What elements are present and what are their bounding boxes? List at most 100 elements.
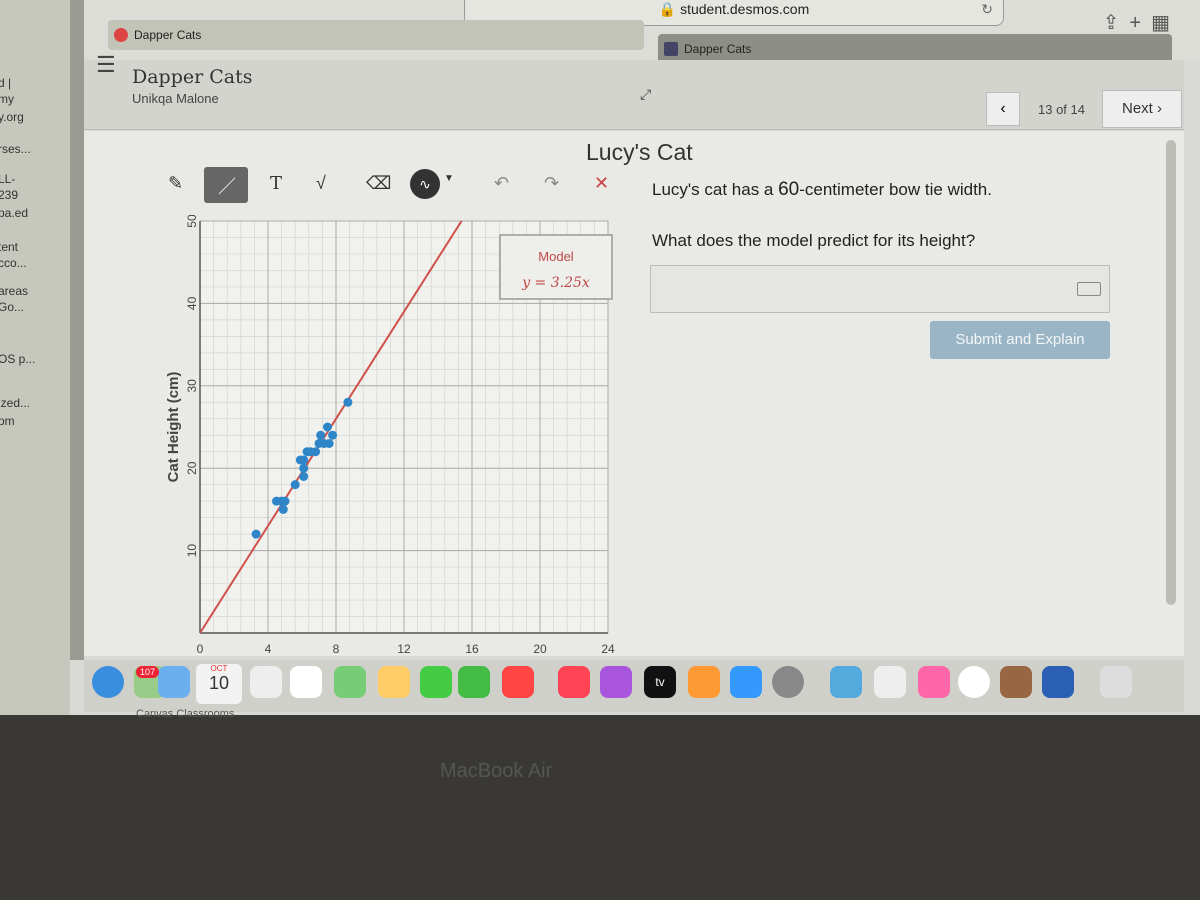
- app-store-icon[interactable]: [730, 666, 762, 698]
- answer-input[interactable]: [650, 265, 1110, 313]
- screen-title: Lucy's Cat: [586, 139, 693, 165]
- facetime-icon[interactable]: [458, 666, 490, 698]
- maps-icon[interactable]: [334, 666, 366, 698]
- background-text: 239: [0, 188, 19, 202]
- dock-caption: Canvas Classrooms: [136, 708, 235, 720]
- url-text: student.desmos.com: [680, 1, 810, 17]
- tab-label: Dapper Cats: [134, 28, 202, 42]
- music-icon[interactable]: [558, 666, 590, 698]
- clear-icon[interactable]: ✕: [594, 173, 609, 194]
- undo-icon[interactable]: ↶: [494, 173, 509, 194]
- dropdown-icon[interactable]: ▼: [444, 173, 454, 184]
- next-label: Next: [1121, 100, 1153, 117]
- scrollbar[interactable]: [1166, 140, 1176, 605]
- fullscreen-icon[interactable]: ⤢: [640, 86, 651, 103]
- pencil-app-icon[interactable]: [874, 666, 906, 698]
- x-tick-label: 4: [265, 642, 272, 655]
- y-axis-label: Cat Height (cm): [165, 372, 182, 483]
- background-text: Go...: [0, 300, 25, 314]
- x-tick-label: 24: [601, 642, 615, 655]
- background-text: rses...: [0, 142, 31, 156]
- desmos-tab-icon: [114, 28, 128, 42]
- reload-icon[interactable]: ↻: [981, 0, 993, 23]
- data-point: [323, 422, 332, 432]
- chevron-left-icon: ‹: [1000, 100, 1006, 117]
- system-preferences-icon[interactable]: [772, 666, 804, 698]
- tab-dapper-cats-1[interactable]: Dapper Cats: [108, 20, 644, 50]
- news-icon[interactable]: [502, 666, 534, 698]
- scatter-plot[interactable]: 0 4 8 12 16 20 24 10 20 30 40 50 Cat Height (cm) Mode…: [150, 215, 630, 655]
- calendar-icon[interactable]: OCT 10: [196, 664, 242, 704]
- data-point: [280, 496, 290, 506]
- background-text: ized...: [0, 396, 31, 410]
- page-indicator: 13 of 14: [1038, 102, 1085, 117]
- line-tool-selected[interactable]: ／: [204, 167, 248, 203]
- background-text: d |: [0, 76, 12, 90]
- chrome-icon[interactable]: [958, 666, 990, 698]
- trash-icon[interactable]: [1100, 666, 1132, 698]
- share-icon[interactable]: ⇪: [1103, 12, 1130, 34]
- data-point: [290, 480, 300, 490]
- messages-icon[interactable]: [420, 666, 452, 698]
- apple-tv-icon[interactable]: tv: [644, 666, 676, 698]
- x-tick-label: 8: [333, 642, 340, 655]
- prompt-part: Lucy's cat has a: [652, 180, 779, 199]
- background-text: om: [0, 414, 15, 428]
- background-text: my: [0, 92, 14, 106]
- background-text: y.org: [0, 110, 24, 124]
- y-tick-label: 20: [185, 461, 199, 475]
- line-icon: ／: [218, 177, 236, 197]
- data-point: [299, 471, 309, 481]
- data-point: [299, 463, 309, 473]
- split-view-divider[interactable]: [70, 0, 84, 660]
- tab-overview-icon[interactable]: ▦: [1151, 12, 1180, 34]
- eraser-icon[interactable]: ⌫: [366, 173, 391, 194]
- data-point: [328, 430, 338, 440]
- word-icon[interactable]: [1042, 666, 1074, 698]
- background-text: pa.ed: [0, 206, 29, 220]
- mail-badge: 107: [136, 666, 160, 678]
- books-icon[interactable]: [688, 666, 720, 698]
- menu-icon[interactable]: ☰: [96, 52, 116, 78]
- math-tool-icon[interactable]: √: [316, 173, 326, 194]
- previous-button[interactable]: ‹: [986, 92, 1020, 126]
- color-picker-icon[interactable]: ∿: [410, 169, 440, 199]
- sketch-toolbar: ✎ ／ T √ ⌫ ∿ ▼ ↶ ↷ ✕: [154, 167, 624, 207]
- keyboard-icon[interactable]: [1077, 282, 1101, 296]
- data-point: [278, 504, 288, 514]
- data-point: [299, 455, 309, 465]
- y-tick-label: 30: [185, 379, 199, 393]
- pencil-icon[interactable]: ✎: [168, 173, 183, 194]
- desmos-tab-icon: [664, 42, 678, 56]
- new-tab-icon[interactable]: +: [1129, 12, 1151, 34]
- data-point: [343, 397, 353, 407]
- mail-icon[interactable]: 107: [136, 666, 190, 698]
- data-point: [316, 430, 326, 440]
- screen: d | my y.org rses... LL- 239 pa.ed tent cco... ar…: [0, 0, 1200, 720]
- notes-icon[interactable]: [250, 666, 282, 698]
- photos-icon[interactable]: [378, 666, 410, 698]
- prompt-part: -centimeter bow tie width.: [799, 180, 992, 199]
- reminders-icon[interactable]: [290, 666, 322, 698]
- background-window: d | my y.org rses... LL- 239 pa.ed tent cco... ar…: [0, 0, 70, 715]
- x-tick-label: 20: [533, 642, 547, 655]
- text-tool-icon[interactable]: T: [270, 173, 282, 194]
- app-icon[interactable]: [1000, 666, 1032, 698]
- calendar-month: OCT: [210, 664, 228, 673]
- model-legend-label: Model: [538, 249, 574, 264]
- podcasts-icon[interactable]: [600, 666, 632, 698]
- model-equation: y = 3.25x: [521, 275, 590, 291]
- redo-icon[interactable]: ↷: [544, 173, 559, 194]
- activity-screen: Lucy's Cat ✎ ／ T √ ⌫ ∿ ▼ ↶ ↷ ✕ Lucy's ca…: [84, 131, 1184, 656]
- lock-icon: 🔒: [658, 1, 677, 17]
- data-point: [324, 438, 334, 448]
- data-point: [251, 529, 261, 539]
- safari-icon[interactable]: [92, 666, 124, 698]
- submit-and-explain-button[interactable]: Submit and Explain: [930, 321, 1110, 359]
- app-icon[interactable]: [918, 666, 950, 698]
- background-text: cco...: [0, 256, 27, 270]
- background-text: OS p...: [0, 352, 36, 366]
- app-icon[interactable]: [830, 666, 862, 698]
- next-button[interactable]: Next ›: [1102, 90, 1182, 128]
- y-tick-label: 50: [185, 215, 199, 228]
